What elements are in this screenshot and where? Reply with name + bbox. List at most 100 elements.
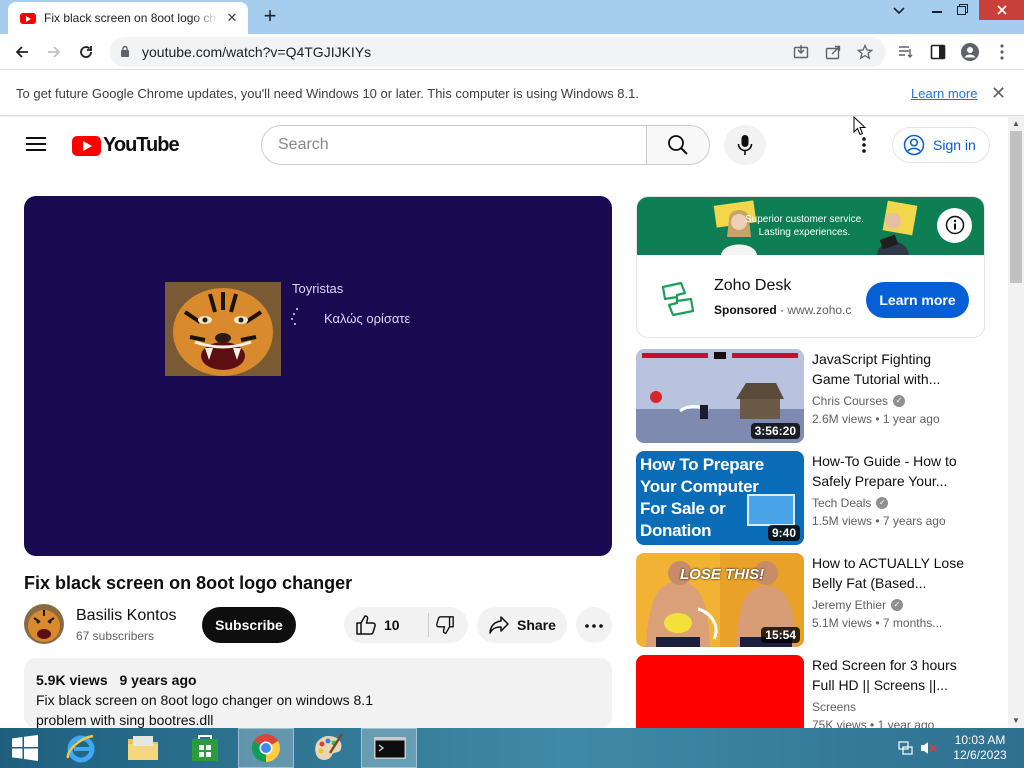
clock-date: 12/6/2023 <box>953 748 1007 762</box>
side-panel-icon[interactable] <box>926 40 950 64</box>
channel-name: Tech Deals <box>812 496 872 510</box>
page-scrollbar[interactable]: ▲ ▼ <box>1008 117 1024 728</box>
sign-in-label: Sign in <box>933 137 976 153</box>
browser-tab-active[interactable]: Fix black screen on 8oot logo changer - … <box>8 2 248 34</box>
profile-avatar-icon[interactable] <box>958 40 982 64</box>
verified-check-icon: ✓ <box>891 599 904 611</box>
share-label: Share <box>517 617 556 633</box>
video-channel[interactable]: Screens <box>812 700 856 714</box>
taskbar-clock[interactable]: 10:03 AM 12/6/2023 <box>948 733 1012 763</box>
microphone-icon <box>737 135 753 155</box>
ad-card[interactable]: Superior customer service. Lasting exper… <box>636 196 985 338</box>
video-thumbnail[interactable]: How To Prepare Your Computer For Sale or… <box>636 451 804 545</box>
recommended-video[interactable]: LOSE THIS! 15:54 How to ACTUALLY Lose Be… <box>636 553 986 647</box>
infobar-learn-more-link[interactable]: Learn more <box>911 86 977 101</box>
voice-search-button[interactable] <box>724 125 766 165</box>
subscribe-button[interactable]: Subscribe <box>202 607 296 643</box>
ad-advertiser-name[interactable]: Zoho Desk <box>714 277 791 295</box>
video-channel[interactable]: Tech Deals ✓ <box>812 496 889 510</box>
account-circle-icon <box>903 134 925 156</box>
scroll-up-arrow-icon[interactable]: ▲ <box>1008 117 1024 131</box>
address-bar[interactable]: youtube.com/watch?v=Q4TGJIJKIYs <box>110 37 886 67</box>
video-player[interactable]: Toyristas Καλώς ορίσατε <box>24 196 612 556</box>
thumbnail-text-line: Your Computer <box>640 477 759 496</box>
thumbnail-text-line: How To Prepare <box>640 455 764 474</box>
video-thumbnail[interactable]: LOSE THIS! 15:54 <box>636 553 804 647</box>
recommended-video[interactable]: 3:56:20 JavaScript Fighting Game Tutoria… <box>636 349 986 443</box>
search-button[interactable] <box>646 125 710 165</box>
video-channel[interactable]: Jeremy Ethier ✓ <box>812 598 904 612</box>
search-box[interactable] <box>261 125 647 165</box>
file-explorer-taskbar-icon[interactable] <box>115 728 171 768</box>
video-description[interactable]: 5.9K views 9 years ago Fix black screen … <box>24 658 612 728</box>
reading-list-icon[interactable] <box>894 40 918 64</box>
guide-menu-icon[interactable] <box>26 137 46 151</box>
recommended-video[interactable]: How To Prepare Your Computer For Sale or… <box>636 451 986 545</box>
recommended-video[interactable]: Red Screen for 3 hours Full HD || Screen… <box>636 655 986 728</box>
url-text[interactable]: youtube.com/watch?v=Q4TGJIJKIYs <box>142 44 371 60</box>
command-prompt-taskbar-icon[interactable] <box>361 728 417 768</box>
like-count: 10 <box>384 617 400 633</box>
internet-explorer-taskbar-icon[interactable] <box>53 728 109 768</box>
youtube-logo[interactable]: YouTube <box>72 134 180 157</box>
share-button[interactable]: Share <box>477 607 567 643</box>
video-title: Fix black screen on 8oot logo changer <box>24 573 353 593</box>
share-page-icon[interactable] <box>824 43 842 61</box>
start-button[interactable] <box>0 728 56 768</box>
browser-toolbar: youtube.com/watch?v=Q4TGJIJKIYs <box>0 34 1024 70</box>
chrome-menu-icon[interactable] <box>990 40 1014 64</box>
video-title-link[interactable]: How to ACTUALLY Lose Belly Fat (Based... <box>812 553 972 593</box>
ad-banner[interactable]: Superior customer service. Lasting exper… <box>637 197 984 255</box>
scrollbar-thumb[interactable] <box>1010 131 1022 283</box>
store-taskbar-icon[interactable] <box>177 728 233 768</box>
chrome-taskbar-icon[interactable] <box>238 728 294 768</box>
more-actions-icon[interactable] <box>576 607 612 643</box>
search-input[interactable] <box>278 136 628 154</box>
video-stats: 75K views • 1 year ago <box>812 718 934 728</box>
install-app-icon[interactable] <box>792 43 810 61</box>
video-title-link[interactable]: JavaScript Fighting Game Tutorial with..… <box>812 349 972 389</box>
login-welcome-text: Καλώς ορίσατε <box>324 311 411 326</box>
video-channel[interactable]: Chris Courses ✓ <box>812 394 906 408</box>
network-tray-icon[interactable] <box>898 740 914 756</box>
upload-age: 1 year ago <box>877 718 935 728</box>
forward-arrow-icon[interactable] <box>42 40 66 64</box>
infobar-message: To get future Google Chrome updates, you… <box>16 86 639 101</box>
sponsored-label: Sponsored <box>714 303 777 317</box>
channel-name[interactable]: Basilis Kontos <box>76 607 177 625</box>
volume-muted-tray-icon[interactable] <box>920 740 938 756</box>
new-tab-button[interactable]: + <box>258 5 282 29</box>
bookmark-star-icon[interactable] <box>856 43 874 61</box>
ad-learn-more-button[interactable]: Learn more <box>866 282 969 318</box>
window-restore-button[interactable] <box>950 0 974 22</box>
upload-age: 1 year ago <box>882 412 940 426</box>
window-minimize-button[interactable] <box>925 0 949 22</box>
dislike-button[interactable] <box>429 607 468 643</box>
window-close-button[interactable] <box>979 0 1024 20</box>
tiger-account-picture <box>165 282 281 376</box>
ad-info-icon[interactable] <box>937 208 972 243</box>
sign-in-button[interactable]: Sign in <box>892 127 990 163</box>
reload-icon[interactable] <box>74 40 98 64</box>
clock-time: 10:03 AM <box>954 733 1006 747</box>
channel-avatar[interactable] <box>24 604 64 644</box>
youtube-favicon-icon <box>20 12 36 24</box>
tab-close-icon[interactable]: ✕ <box>224 10 240 26</box>
like-button[interactable]: 10 <box>344 607 428 643</box>
settings-more-icon[interactable] <box>852 133 876 157</box>
video-title-link[interactable]: Red Screen for 3 hours Full HD || Screen… <box>812 655 972 695</box>
ad-tagline: Superior customer service. Lasting exper… <box>745 213 864 239</box>
tab-search-icon[interactable] <box>886 0 912 22</box>
upload-age: 7 months... <box>882 616 943 630</box>
back-arrow-icon[interactable] <box>10 40 34 64</box>
infobar-close-icon[interactable]: ✕ <box>991 83 1006 104</box>
lock-icon[interactable] <box>120 45 130 57</box>
paint-taskbar-icon[interactable] <box>300 728 356 768</box>
video-title-link[interactable]: How-To Guide - How to Safely Prepare You… <box>812 451 972 491</box>
scroll-down-arrow-icon[interactable]: ▼ <box>1008 714 1024 728</box>
thumbs-down-icon <box>436 616 454 634</box>
channel-name: Jeremy Ethier <box>812 598 887 612</box>
video-thumbnail[interactable] <box>636 655 804 728</box>
video-thumbnail[interactable]: 3:56:20 <box>636 349 804 443</box>
mouse-cursor-icon <box>853 116 867 136</box>
